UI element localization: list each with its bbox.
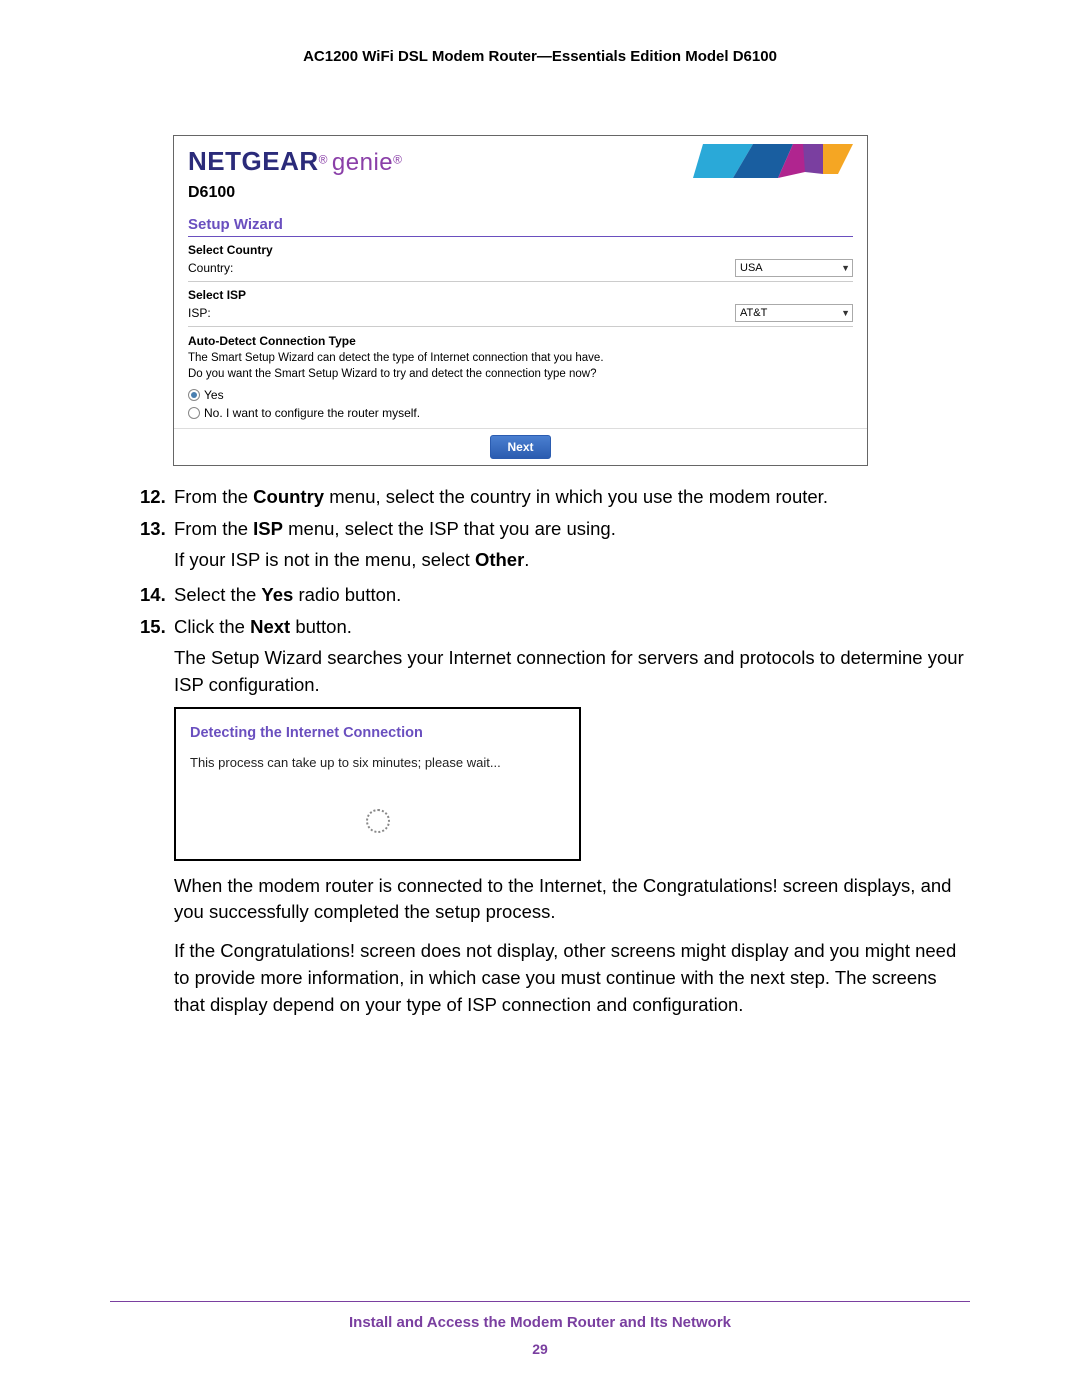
select-isp-label: Select ISP: [188, 282, 853, 304]
chevron-down-icon: ▼: [841, 263, 850, 273]
radio-yes-row[interactable]: Yes: [188, 386, 853, 404]
chevron-down-icon: ▼: [841, 308, 850, 318]
radio-no-row[interactable]: No. I want to configure the router mysel…: [188, 404, 853, 422]
step-15-sub1: The Setup Wizard searches your Internet …: [174, 645, 970, 699]
detecting-title: Detecting the Internet Connection: [190, 723, 565, 744]
radio-icon: [188, 389, 200, 401]
next-button[interactable]: Next: [490, 435, 550, 459]
radio-yes-label: Yes: [204, 388, 224, 402]
brand-netgear: NETGEAR: [188, 146, 319, 176]
country-select[interactable]: USA ▼: [735, 259, 853, 277]
radio-icon: [188, 407, 200, 419]
isp-select[interactable]: AT&T ▼: [735, 304, 853, 322]
detecting-figure: Detecting the Internet Connection This p…: [174, 707, 581, 861]
step-number: 12.: [140, 484, 174, 511]
brand-genie: genie: [332, 149, 393, 176]
step-13-sub: If your ISP is not in the menu, select O…: [174, 547, 970, 574]
setup-wizard-figure: NETGEAR® genie® D6100 Setup Wizard Selec…: [173, 135, 868, 466]
radio-no-label: No. I want to configure the router mysel…: [204, 406, 420, 420]
isp-select-value: AT&T: [740, 307, 767, 319]
page-footer: Install and Access the Modem Router and …: [110, 1301, 970, 1357]
brand-reg-mark: ®: [319, 152, 328, 166]
step-13-text: From the ISP menu, select the ISP that y…: [174, 516, 970, 543]
autodetect-line1: The Smart Setup Wizard can detect the ty…: [188, 350, 853, 366]
decorative-shapes-icon: [693, 144, 853, 178]
detecting-text: This process can take up to six minutes;…: [190, 754, 565, 773]
spinner-icon: [366, 809, 390, 833]
brand-row: NETGEAR® genie®: [188, 144, 853, 178]
autodetect-heading: Auto-Detect Connection Type: [188, 333, 853, 350]
step-number: 14.: [140, 582, 174, 609]
step-14-text: Select the Yes radio button.: [174, 582, 970, 609]
setup-wizard-heading: Setup Wizard: [188, 210, 853, 237]
step-15-sub3: If the Congratulations! screen does not …: [174, 938, 970, 1018]
country-field-label: Country:: [188, 261, 233, 275]
autodetect-line2: Do you want the Smart Setup Wizard to tr…: [188, 366, 853, 382]
select-country-label: Select Country: [188, 237, 853, 259]
step-12-text: From the Country menu, select the countr…: [174, 484, 970, 511]
brand-genie-mark: ®: [393, 152, 402, 166]
doc-title: AC1200 WiFi DSL Modem Router—Essentials …: [110, 48, 970, 65]
model-label: D6100: [188, 184, 853, 202]
step-number: 15.: [140, 614, 174, 1022]
isp-field-label: ISP:: [188, 306, 211, 320]
footer-section-title: Install and Access the Modem Router and …: [110, 1314, 970, 1331]
step-15-text: Click the Next button.: [174, 614, 970, 641]
country-select-value: USA: [740, 262, 763, 274]
step-number: 13.: [140, 516, 174, 578]
footer-page-number: 29: [110, 1341, 970, 1357]
step-15-sub2: When the modem router is connected to th…: [174, 873, 970, 927]
